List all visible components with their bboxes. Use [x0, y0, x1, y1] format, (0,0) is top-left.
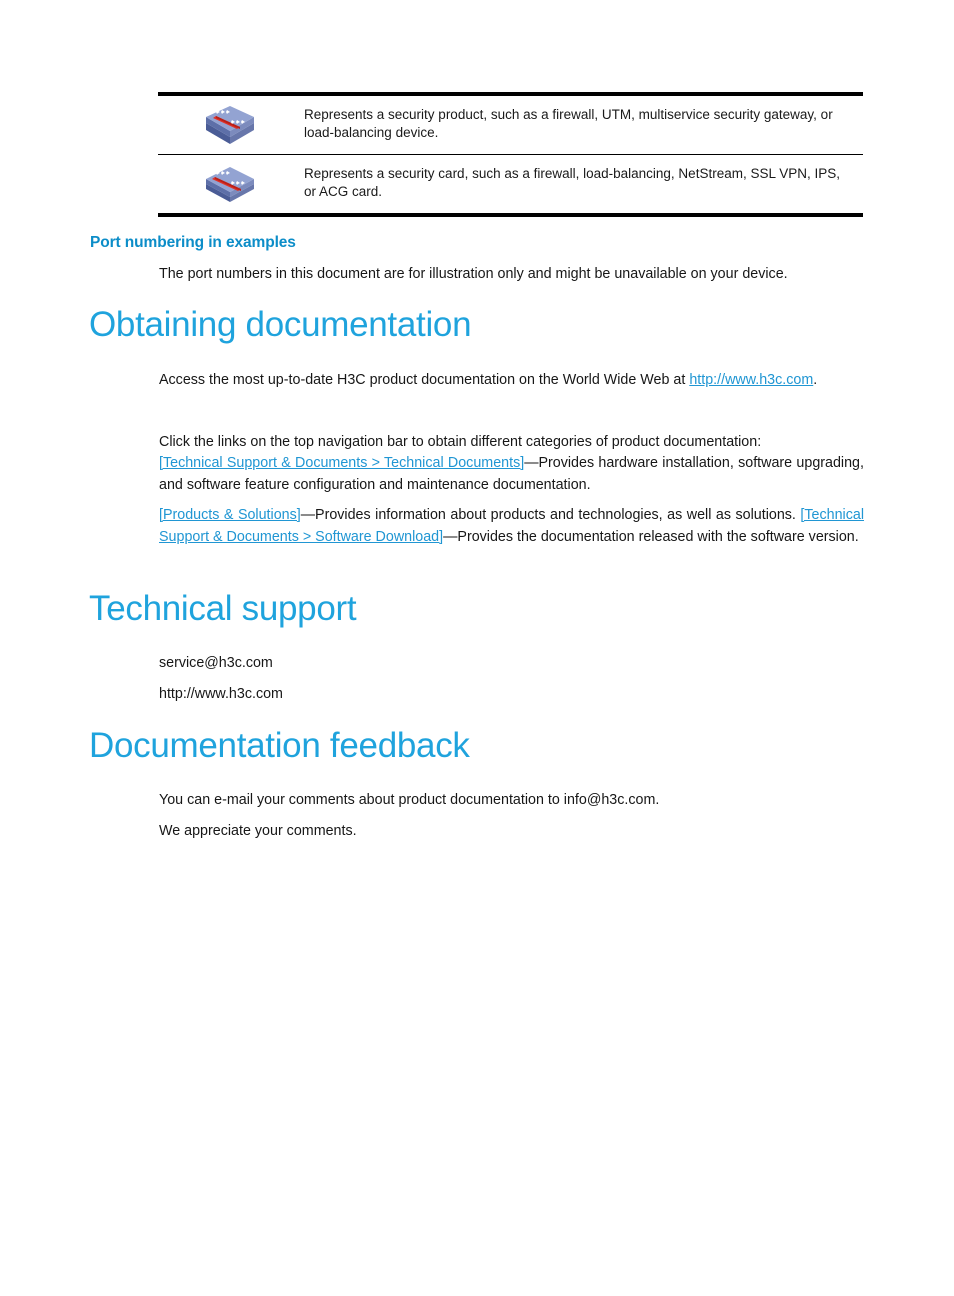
table-row: Represents a security card, such as a fi…	[158, 154, 863, 213]
heading-obtaining-documentation: Obtaining documentation	[89, 305, 472, 344]
legend-description: Represents a security card, such as a fi…	[304, 166, 840, 199]
support-website: http://www.h3c.com	[159, 686, 283, 702]
document-page: Represents a security product, such as a…	[0, 0, 954, 1296]
access-text-prefix: Access the most up-to-date H3C product d…	[159, 372, 690, 388]
h3c-website-link[interactable]: http://www.h3c.com	[689, 372, 813, 388]
paragraph-feedback-thanks: We appreciate your comments.	[159, 823, 357, 839]
security-card-icon	[206, 167, 254, 202]
heading-documentation-feedback: Documentation feedback	[89, 726, 470, 765]
legend-description: Represents a security product, such as a…	[304, 107, 833, 140]
paragraph-click-links: Click the links on the top navigation ba…	[159, 434, 762, 450]
heading-technical-support: Technical support	[89, 589, 357, 628]
products-solutions-link[interactable]: [Products & Solutions]	[159, 507, 301, 523]
paragraph-products-solutions: [Products & Solutions]—Provides informat…	[159, 504, 864, 548]
technical-documents-link[interactable]: [Technical Support & Documents > Technic…	[159, 455, 524, 471]
heading-port-numbering: Port numbering in examples	[90, 234, 296, 251]
security-product-icon	[206, 106, 254, 144]
access-text-suffix: .	[813, 372, 818, 388]
legend-table: Represents a security product, such as a…	[158, 92, 863, 217]
paragraph-access-documentation: Access the most up-to-date H3C product d…	[159, 369, 864, 391]
table-row: Represents a security product, such as a…	[158, 96, 863, 154]
table-cell-icon	[158, 96, 302, 154]
software-download-description: —Provides the documentation released wit…	[443, 529, 859, 545]
table-cell-icon	[158, 155, 302, 213]
paragraph-technical-documents: [Technical Support & Documents > Technic…	[159, 452, 864, 496]
paragraph-port-numbering: The port numbers in this document are fo…	[159, 266, 788, 282]
support-email: service@h3c.com	[159, 655, 273, 671]
paragraph-feedback-email: You can e-mail your comments about produ…	[159, 792, 660, 808]
products-solutions-description: —Provides information about products and…	[300, 507, 801, 523]
